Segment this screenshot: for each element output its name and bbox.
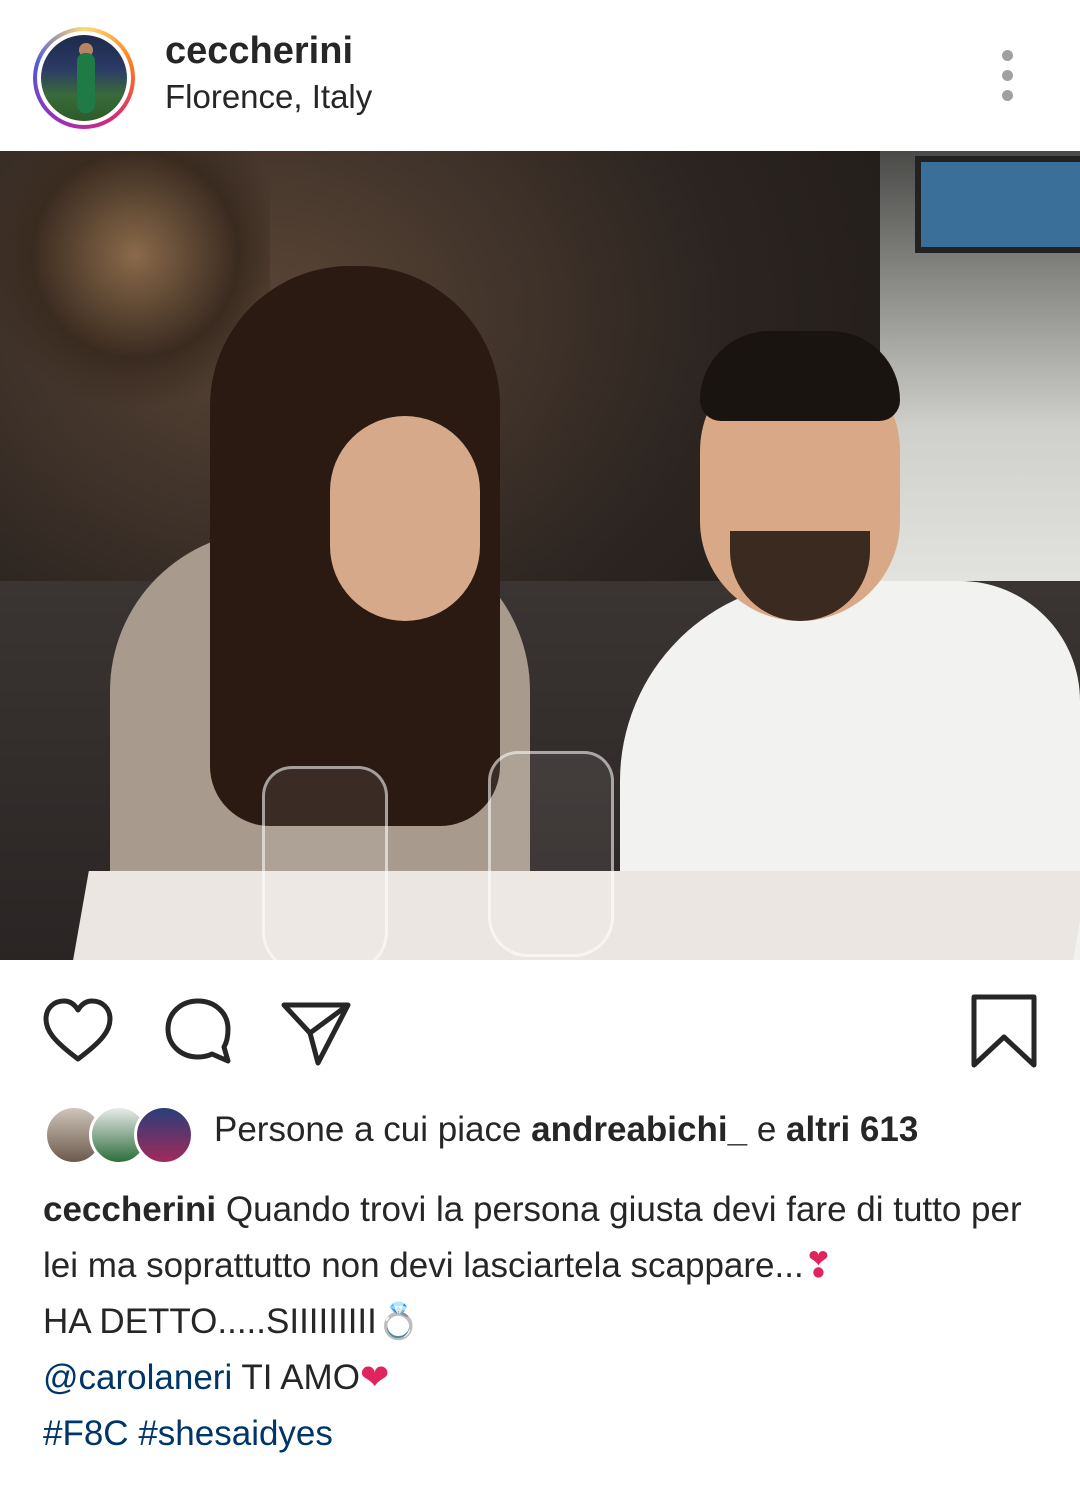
- caption-line-3: TI AMO: [241, 1358, 360, 1397]
- bookmark-icon[interactable]: [966, 993, 1042, 1069]
- avatar[interactable]: [33, 27, 135, 129]
- others-count[interactable]: altri 613: [786, 1110, 918, 1149]
- hashtag-shesaidyes[interactable]: #shesaidyes: [138, 1414, 333, 1453]
- post-username[interactable]: ceccherini: [165, 30, 353, 73]
- ring-emoji: 💍: [376, 1302, 421, 1341]
- post-photo[interactable]: [0, 151, 1080, 960]
- first-liker[interactable]: andreabichi_: [531, 1110, 747, 1149]
- likes-row[interactable]: Persone a cui piace andreabichi_ e altri…: [44, 1100, 1064, 1166]
- likes-prefix: Persone a cui piace: [214, 1110, 522, 1149]
- mention-link[interactable]: @carolaneri: [43, 1358, 232, 1397]
- action-bar: [0, 975, 1080, 1085]
- liker-avatar: [134, 1105, 194, 1165]
- send-icon[interactable]: [278, 993, 354, 1069]
- caption: ceccherini Quando trovi la persona giust…: [43, 1182, 1043, 1462]
- heart-icon[interactable]: [40, 993, 116, 1069]
- likes-conjunction: e: [756, 1110, 777, 1149]
- post-location[interactable]: Florence, Italy: [165, 78, 372, 116]
- avatar-image: [41, 35, 127, 121]
- post-header: ceccherini Florence, Italy: [0, 0, 1080, 150]
- more-vertical-icon[interactable]: [990, 45, 1026, 105]
- caption-line-2: HA DETTO.....SIIIIIIIII: [43, 1302, 377, 1341]
- likes-text: Persone a cui piace andreabichi_ e altri…: [214, 1110, 918, 1150]
- hashtag-f8c[interactable]: #F8C: [43, 1414, 129, 1453]
- caption-username[interactable]: ceccherini: [43, 1190, 216, 1229]
- red-heart-emoji: ❤: [359, 1358, 390, 1397]
- comment-icon[interactable]: [160, 993, 236, 1069]
- heart-exclamation-emoji: ❣: [803, 1246, 834, 1285]
